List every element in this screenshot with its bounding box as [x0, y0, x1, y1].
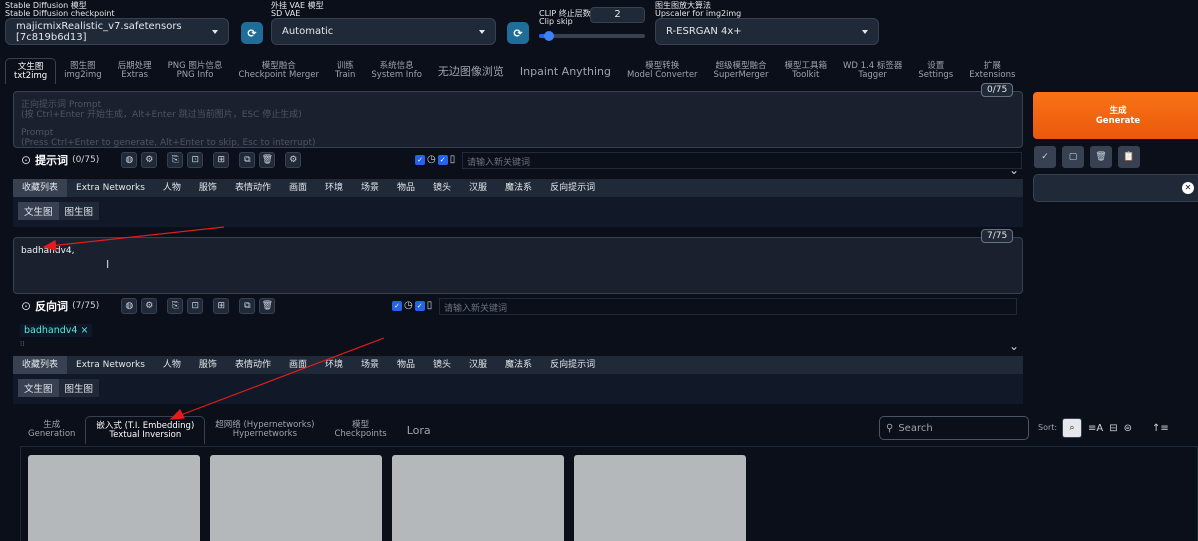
arrow-line	[177, 337, 385, 417]
annotation-arrows	[42, 226, 385, 420]
arrowhead-icon	[169, 408, 185, 420]
arrow-line	[49, 226, 225, 247]
arrowhead-icon	[42, 240, 57, 251]
